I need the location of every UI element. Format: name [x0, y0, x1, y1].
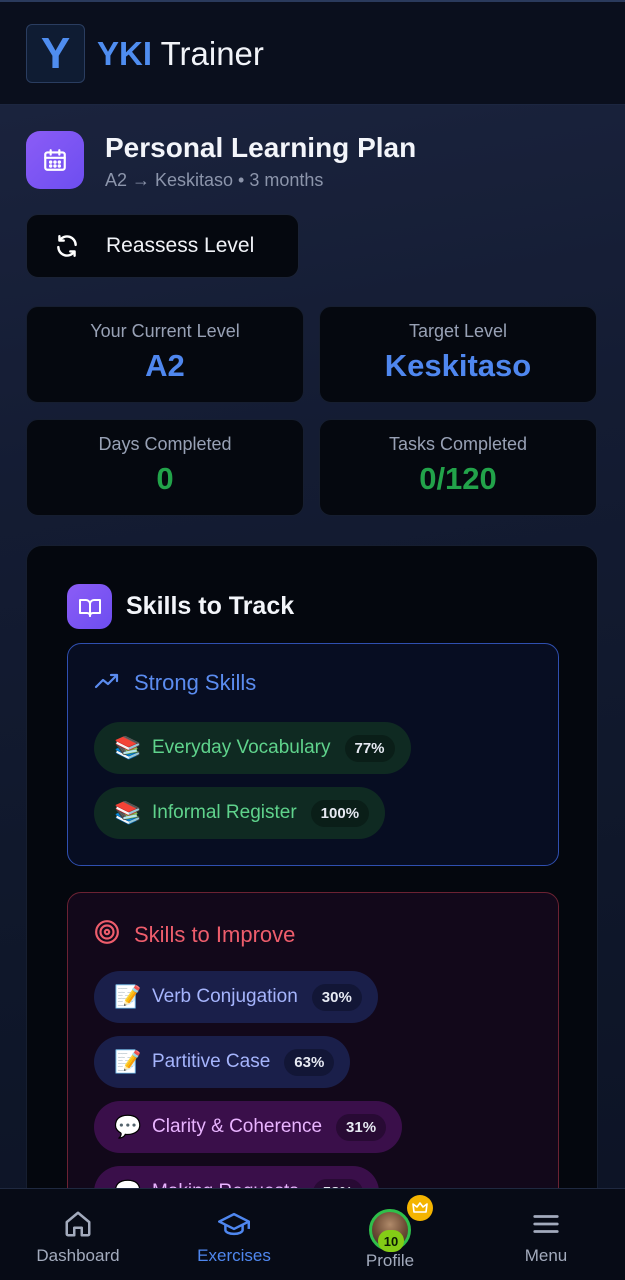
nav-profile[interactable]: 10 Profile — [312, 1189, 468, 1280]
nav-label: Profile — [365, 1251, 415, 1270]
skill-pill[interactable]: 💬 Clarity & Coherence 31% — [94, 1101, 403, 1153]
skill-percent: 30% — [311, 983, 362, 1011]
stat-value: 0 — [156, 461, 174, 496]
page-title: Personal Learning Plan — [105, 132, 417, 163]
calendar-icon — [26, 131, 84, 189]
skills-card: Skills to Track Strong Skills 📚 Everyday… — [26, 545, 598, 1280]
speech-bubble-icon: 💬 — [114, 1114, 142, 1139]
reassess-level-button[interactable]: Reassess Level — [26, 214, 299, 278]
strong-skills-section: Strong Skills 📚 Everyday Vocabulary 77% … — [67, 643, 559, 866]
app-logo[interactable]: Y — [26, 24, 85, 83]
skill-pill[interactable]: 📝 Verb Conjugation 30% — [94, 971, 378, 1023]
skill-percent: 100% — [310, 799, 370, 827]
strong-skills-header: Strong Skills — [94, 670, 256, 696]
bottom-nav: Dashboard Exercises 10 Profile Menu — [0, 1188, 625, 1280]
skill-name: Informal Register — [152, 802, 297, 823]
skill-percent: 63% — [284, 1048, 335, 1076]
stat-label: Days Completed — [98, 434, 232, 454]
stat-label: Tasks Completed — [388, 434, 528, 454]
improve-skills-header: Skills to Improve — [94, 919, 295, 950]
stat-value: A2 — [145, 348, 185, 383]
app-title-rest: Trainer — [160, 35, 264, 72]
skill-pill[interactable]: 📚 Everyday Vocabulary 77% — [94, 722, 411, 774]
crown-icon — [407, 1195, 433, 1221]
skill-name: Clarity & Coherence — [152, 1116, 323, 1137]
nav-exercises[interactable]: Exercises — [156, 1189, 312, 1280]
logo-letter: Y — [40, 28, 71, 78]
skill-name: Everyday Vocabulary — [152, 737, 331, 758]
skills-title: Skills to Track — [126, 592, 295, 620]
nav-menu[interactable]: Menu — [468, 1189, 624, 1280]
stat-value: 0/120 — [419, 461, 497, 496]
nav-dashboard[interactable]: Dashboard — [0, 1189, 156, 1280]
stat-target-level: Target Level Keskitaso — [319, 306, 597, 403]
skill-name: Partitive Case — [152, 1051, 271, 1072]
memo-icon: 📝 — [114, 1049, 142, 1074]
skill-pill[interactable]: 📚 Informal Register 100% — [94, 787, 386, 839]
target-icon — [94, 919, 120, 950]
trending-up-icon — [94, 671, 120, 696]
stat-label: Your Current Level — [90, 321, 240, 341]
app-header: Y YKI Trainer — [0, 0, 625, 105]
app-title: YKI Trainer — [97, 34, 264, 74]
reassess-label: Reassess Level — [106, 234, 255, 257]
plan-subtitle: A2 → Keskitaso • 3 months — [105, 170, 324, 190]
hamburger-icon — [531, 1209, 561, 1244]
stat-tasks-completed: Tasks Completed 0/120 — [319, 419, 597, 516]
stat-days-completed: Days Completed 0 — [26, 419, 304, 516]
graduation-cap-icon — [218, 1209, 250, 1244]
strong-skills-title: Strong Skills — [134, 670, 257, 695]
app-title-accent: YKI — [97, 35, 153, 72]
memo-icon: 📝 — [114, 984, 142, 1009]
nav-label: Dashboard — [36, 1246, 120, 1265]
skill-percent: 31% — [336, 1113, 387, 1141]
skill-percent: 77% — [344, 734, 395, 762]
skill-pill[interactable]: 📝 Partitive Case 63% — [94, 1036, 351, 1088]
stat-value: Keskitaso — [384, 348, 532, 383]
book-open-icon — [67, 584, 112, 629]
books-icon: 📚 — [114, 800, 142, 825]
home-icon — [63, 1209, 93, 1244]
books-icon: 📚 — [114, 735, 142, 760]
improve-skills-title: Skills to Improve — [134, 921, 296, 947]
stat-current-level: Your Current Level A2 — [26, 306, 304, 403]
refresh-icon — [54, 233, 80, 259]
level-badge: 10 — [378, 1230, 404, 1252]
skill-name: Verb Conjugation — [152, 986, 298, 1007]
nav-label: Exercises — [197, 1246, 271, 1265]
stat-label: Target Level — [408, 321, 508, 341]
nav-label: Menu — [524, 1246, 568, 1265]
